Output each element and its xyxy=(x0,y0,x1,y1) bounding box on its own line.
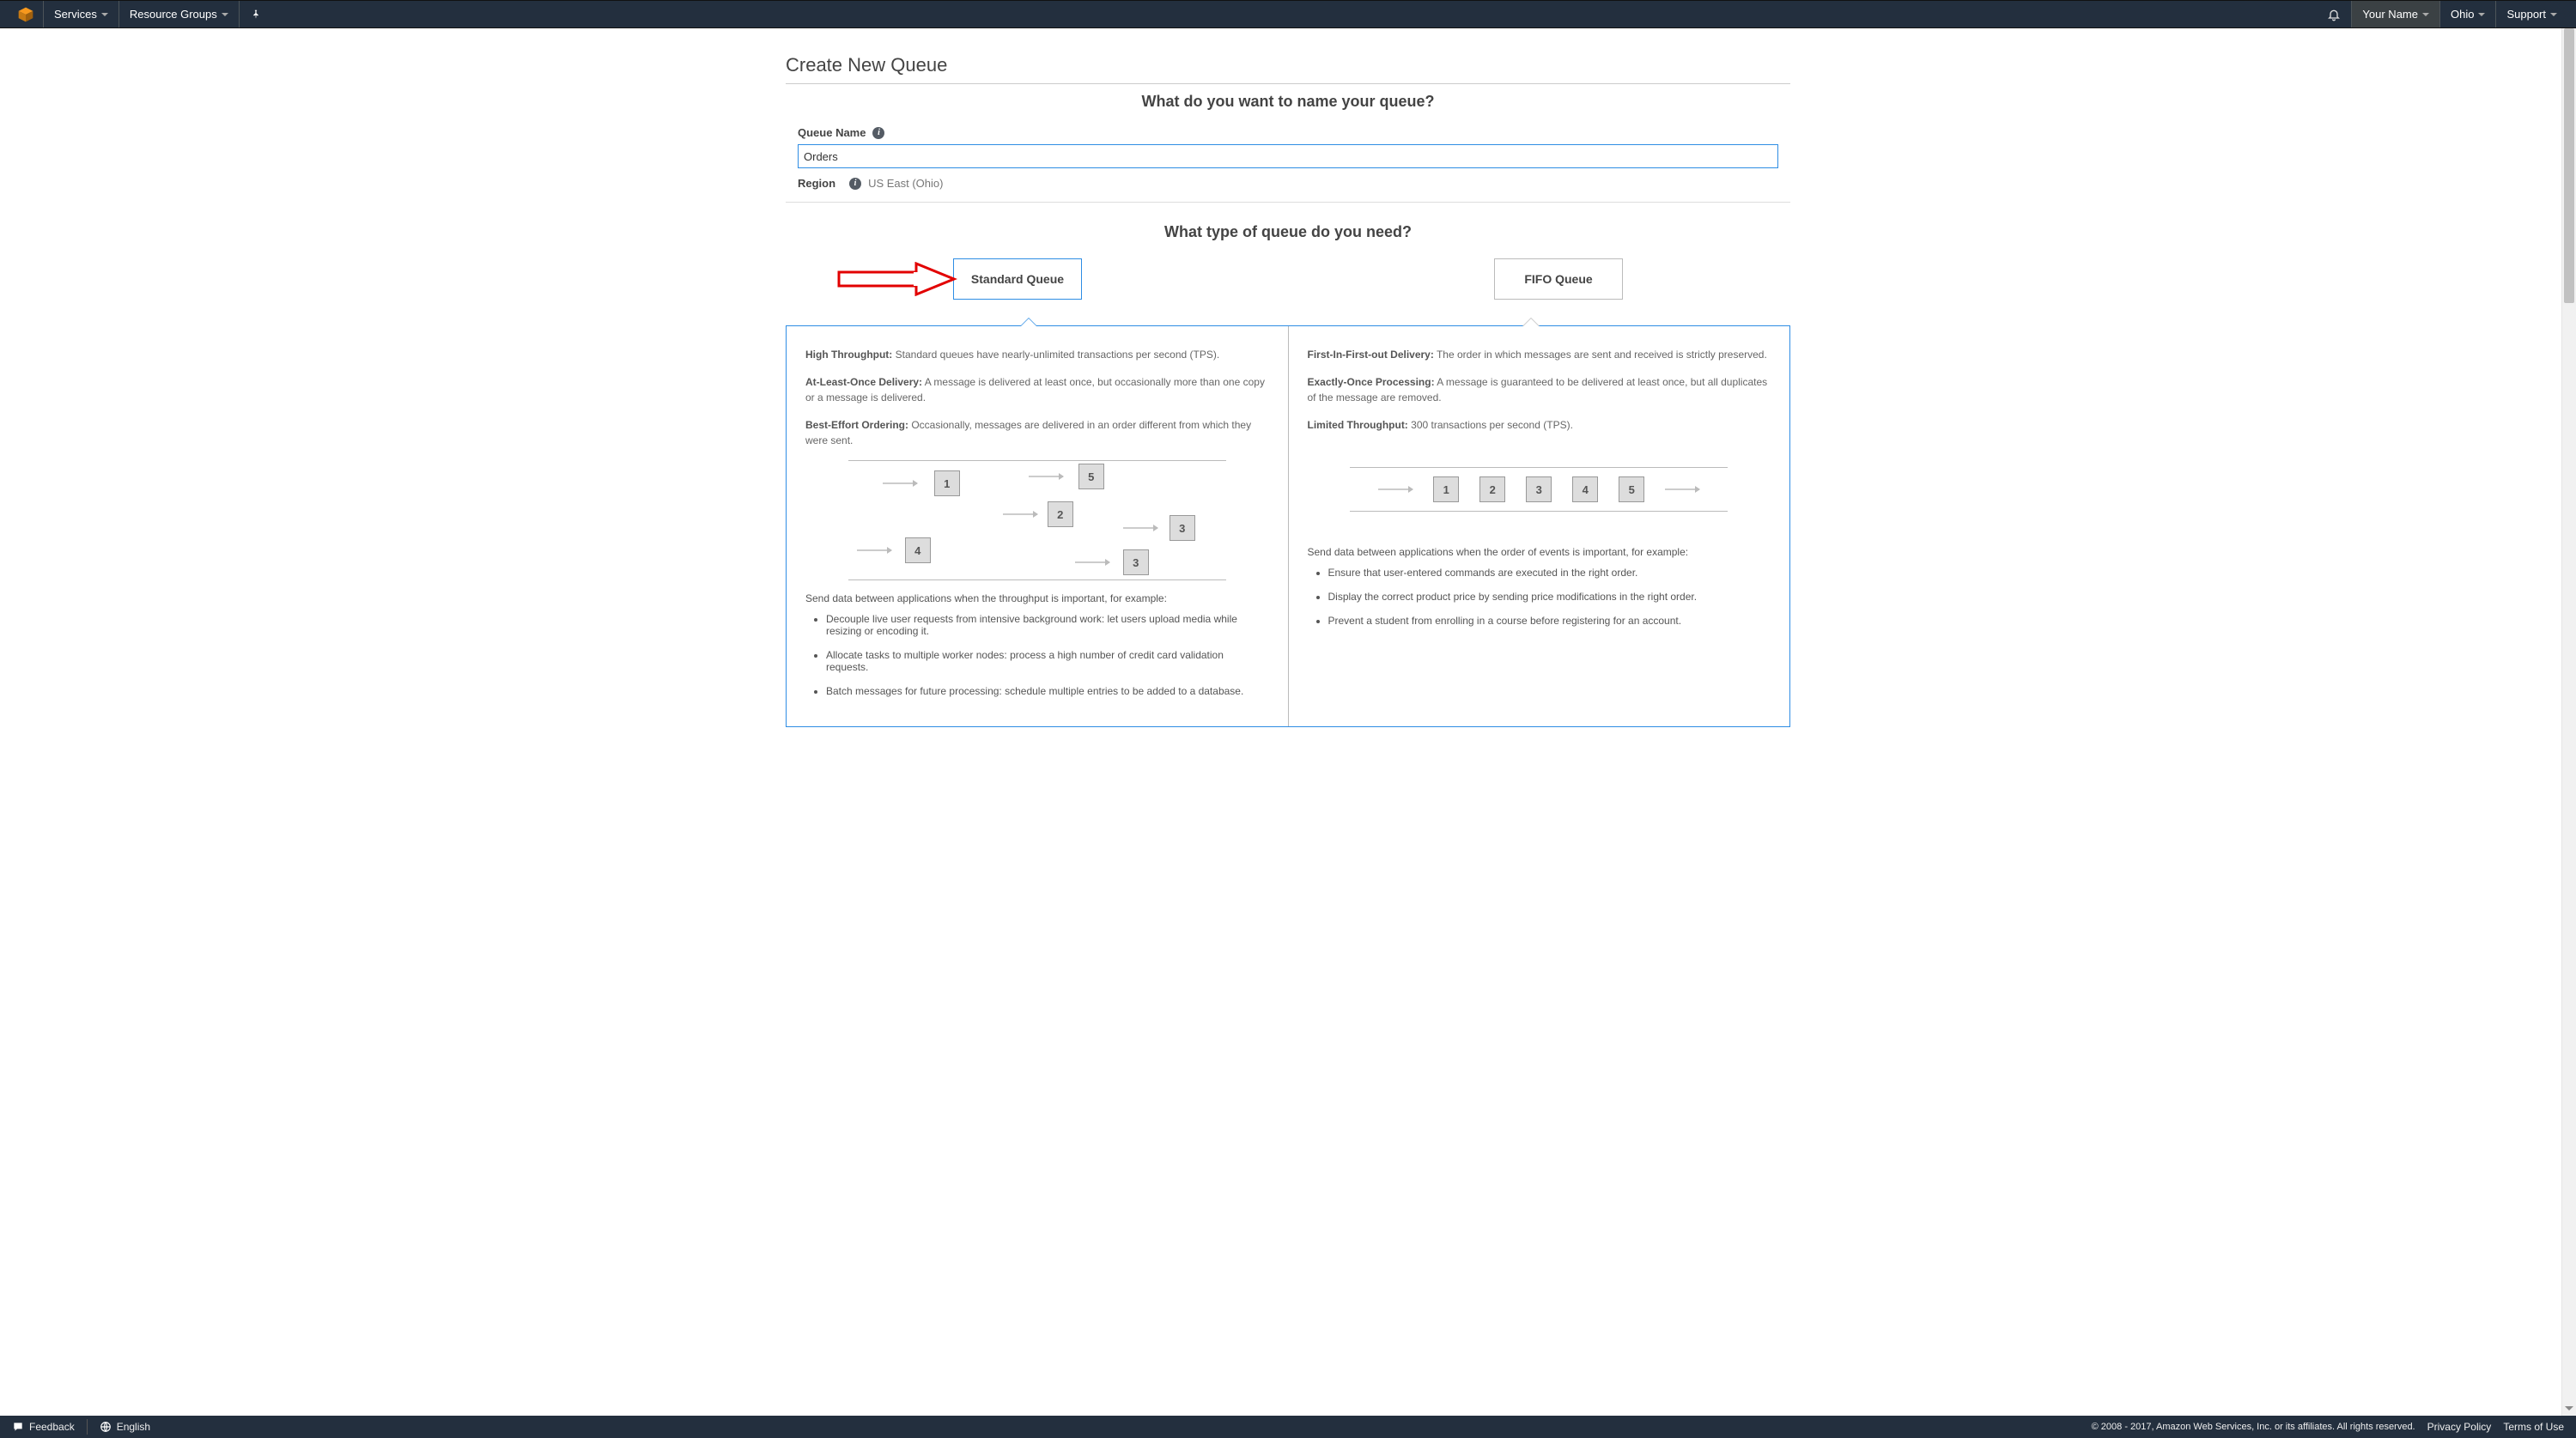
queue-name-label: Queue Name xyxy=(798,126,866,139)
standard-feature-3: Best-Effort Ordering: Occasionally, mess… xyxy=(805,417,1269,448)
nav-services-label: Services xyxy=(54,8,97,21)
arrow-icon xyxy=(1123,527,1157,529)
nav-resource-groups[interactable]: Resource Groups xyxy=(119,1,239,27)
globe-icon xyxy=(100,1421,112,1433)
panel-pointer-icon xyxy=(1522,318,1540,326)
list-item: Batch messages for future processing: sc… xyxy=(826,685,1269,697)
fifo-feature-3: Limited Throughput: 300 transactions per… xyxy=(1308,417,1771,433)
top-nav-right: Your Name Ohio Support xyxy=(2317,1,2567,27)
bell-icon xyxy=(2327,8,2341,21)
nav-region-label: Ohio xyxy=(2451,8,2474,21)
diagram-box: 4 xyxy=(905,537,931,563)
diagram-box: 5 xyxy=(1078,464,1104,489)
page-title: Create New Queue xyxy=(786,54,1790,83)
standard-panel: High Throughput: Standard queues have ne… xyxy=(787,326,1288,726)
terms-link[interactable]: Terms of Use xyxy=(2503,1421,2564,1433)
chevron-down-icon xyxy=(101,13,108,16)
arrow-icon xyxy=(1665,488,1699,490)
diagram-box: 3 xyxy=(1170,515,1195,541)
region-label: Region xyxy=(798,177,835,190)
nav-pin[interactable] xyxy=(240,1,272,27)
diagram-box: 2 xyxy=(1479,476,1505,502)
arrow-icon xyxy=(1378,488,1413,490)
nav-support[interactable]: Support xyxy=(2496,1,2567,27)
scroll-down-button[interactable] xyxy=(2562,1401,2576,1416)
fifo-feature-2: Exactly-Once Processing: A message is gu… xyxy=(1308,374,1771,405)
scrollbar[interactable] xyxy=(2561,28,2576,1416)
divider xyxy=(786,83,1790,84)
list-item: Prevent a student from enrolling in a co… xyxy=(1328,615,1771,627)
nav-support-label: Support xyxy=(2506,8,2546,21)
region-value: US East (Ohio) xyxy=(868,177,943,190)
arrow-icon xyxy=(1003,513,1037,515)
fifo-queue-button[interactable]: FIFO Queue xyxy=(1494,258,1623,300)
name-heading: What do you want to name your queue? xyxy=(786,93,1790,111)
region-row: Region i US East (Ohio) xyxy=(798,177,1778,190)
nav-account-label: Your Name xyxy=(2362,8,2418,21)
standard-use-list: Decouple live user requests from intensi… xyxy=(805,613,1269,697)
page-content: Create New Queue What do you want to nam… xyxy=(786,28,1790,779)
chevron-down-icon xyxy=(222,13,228,16)
annotation-arrow-icon xyxy=(837,262,957,296)
list-item: Decouple live user requests from intensi… xyxy=(826,613,1269,637)
top-nav: Services Resource Groups Your Name Ohio … xyxy=(0,0,2576,28)
top-nav-left: Services Resource Groups xyxy=(9,1,272,27)
scroll-thumb[interactable] xyxy=(2564,28,2574,303)
nav-resource-groups-label: Resource Groups xyxy=(130,8,217,21)
standard-feature-2: At-Least-Once Delivery: A message is del… xyxy=(805,374,1269,405)
arrow-icon xyxy=(857,549,891,551)
info-icon[interactable]: i xyxy=(872,127,884,139)
queue-name-row: Queue Name i xyxy=(798,126,1778,168)
nav-services[interactable]: Services xyxy=(44,1,118,27)
queue-type-row: Standard Queue FIFO Queue xyxy=(786,258,1790,300)
pin-icon xyxy=(250,9,262,21)
queue-name-input[interactable] xyxy=(798,144,1778,168)
fifo-queue-label: FIFO Queue xyxy=(1524,272,1592,286)
diagram-box: 4 xyxy=(1572,476,1598,502)
privacy-link[interactable]: Privacy Policy xyxy=(2427,1421,2492,1433)
panel-pointer-icon xyxy=(1020,318,1037,326)
fifo-use-intro: Send data between applications when the … xyxy=(1308,546,1771,558)
list-item: Display the correct product price by sen… xyxy=(1328,591,1771,603)
standard-queue-button[interactable]: Standard Queue xyxy=(953,258,1082,300)
arrow-icon xyxy=(883,482,917,484)
fifo-feature-1: First-In-First-out Delivery: The order i… xyxy=(1308,347,1771,362)
standard-queue-label: Standard Queue xyxy=(971,272,1064,286)
aws-logo-icon[interactable] xyxy=(17,6,34,23)
footer: Feedback English © 2008 - 2017, Amazon W… xyxy=(0,1416,2576,1438)
standard-diagram: 1 5 2 3 4 3 xyxy=(848,460,1226,580)
divider xyxy=(786,202,1790,203)
diagram-box: 3 xyxy=(1123,549,1149,575)
chevron-down-icon xyxy=(2422,13,2429,16)
copyright-text: © 2008 - 2017, Amazon Web Services, Inc.… xyxy=(2092,1422,2415,1432)
fifo-use-list: Ensure that user-entered commands are ex… xyxy=(1308,567,1771,627)
fifo-diagram: 1 2 3 4 5 xyxy=(1350,467,1728,512)
standard-use-intro: Send data between applications when the … xyxy=(805,592,1269,604)
diagram-box: 1 xyxy=(934,470,960,496)
nav-region[interactable]: Ohio xyxy=(2440,1,2495,27)
language-selector[interactable]: English xyxy=(100,1421,150,1433)
diagram-box: 5 xyxy=(1619,476,1644,502)
standard-feature-1: High Throughput: Standard queues have ne… xyxy=(805,347,1269,362)
fifo-panel: First-In-First-out Delivery: The order i… xyxy=(1288,326,1790,726)
chevron-down-icon xyxy=(2550,13,2557,16)
diagram-box: 3 xyxy=(1526,476,1552,502)
diagram-box: 1 xyxy=(1433,476,1459,502)
feedback-link[interactable]: Feedback xyxy=(12,1421,75,1433)
speech-bubble-icon xyxy=(12,1421,24,1433)
arrow-icon xyxy=(1075,561,1109,563)
nav-account[interactable]: Your Name xyxy=(2352,1,2439,27)
nav-notifications[interactable] xyxy=(2317,1,2351,27)
list-item: Ensure that user-entered commands are ex… xyxy=(1328,567,1771,579)
chevron-down-icon xyxy=(2478,13,2485,16)
type-heading: What type of queue do you need? xyxy=(786,223,1790,241)
diagram-box: 2 xyxy=(1048,501,1073,527)
list-item: Allocate tasks to multiple worker nodes:… xyxy=(826,649,1269,673)
queue-type-panels: High Throughput: Standard queues have ne… xyxy=(786,325,1790,727)
info-icon[interactable]: i xyxy=(849,178,861,190)
arrow-icon xyxy=(1029,476,1063,477)
